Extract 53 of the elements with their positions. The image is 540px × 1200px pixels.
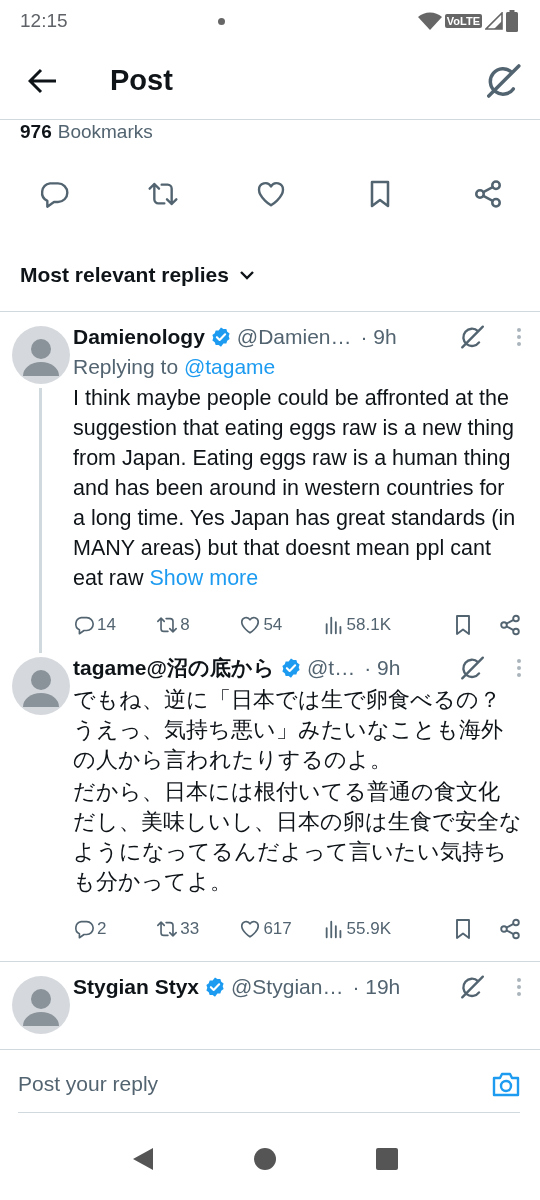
view-count: 58.1K [346,615,391,635]
network-label: VoLTE [444,14,482,28]
post-time: · 19h [352,975,401,999]
repost-icon[interactable] [156,614,179,636]
slashed-circle-icon[interactable] [484,61,522,100]
heart-icon[interactable] [239,918,262,940]
author-name[interactable]: Stygian Styx [73,975,200,999]
like-count: 54 [263,615,283,635]
like-count: 617 [263,919,292,939]
bookmarks-count: 976 [20,121,52,143]
battery-icon [506,10,518,32]
post-time: · 9h [364,656,401,680]
reply-count: 2 [97,919,107,939]
heart-icon[interactable] [239,614,262,636]
repost-icon[interactable] [156,918,179,940]
reply-text: I think maybe people could be affronted at the suggestion that eating eggs raw is a new thing from Japan. Eating eggs raw is a human thing and has been around in western countries for a long time. Yes Japan has great standards (in MANY areas) but that doesnt mean ppl cant eat raw Show more [73,385,517,592]
reply-icon[interactable] [73,614,95,636]
status-time: 12:15 [20,10,68,32]
reply-text: だから、日本には根付いてる普通の食文化だし、美味しいし、日本の卵は生食で安全なようになってるんだよって言いたい気持ちも分かってよ。 [73,778,522,896]
share-icon[interactable] [497,917,522,941]
chevron-down-icon [238,270,255,280]
sort-dropdown[interactable]: Most relevant replies [0,255,275,295]
author-handle[interactable]: @t… [307,656,356,680]
avatar[interactable] [11,657,70,715]
replying-to-text: Replying to @tagame [73,354,277,380]
slashed-circle-icon[interactable] [459,324,485,350]
reply-input-field[interactable]: Post your reply [18,1071,484,1096]
view-count: 55.9K [346,919,391,939]
author-handle[interactable]: @Stygian… [231,975,344,999]
bookmarks-label: Bookmarks [57,121,153,143]
slashed-circle-icon[interactable] [459,974,485,1000]
home-circle-icon[interactable] [254,1148,276,1170]
post-time: · 9h [360,325,397,349]
wifi-icon [417,12,442,30]
avatar[interactable] [11,976,70,1034]
share-icon[interactable] [472,178,504,210]
reply-icon[interactable] [73,918,95,940]
page-title: Post [110,64,174,97]
author-handle[interactable]: @Damien… [236,325,352,349]
back-arrow-icon [28,67,58,94]
reply-text: でもね、逆に「日本では生で卵食べるの？うえっ、気持ち悪い」みたいなことも海外の人から言われたりするのよ。 [73,686,504,774]
notification-dot-icon [217,17,225,25]
repost-count: 33 [180,919,200,939]
author-name[interactable]: tagame@沼の底から [73,654,275,682]
slashed-circle-icon[interactable] [459,655,485,681]
avatar[interactable] [11,326,70,384]
signal-icon [485,12,503,30]
share-icon[interactable] [497,613,522,637]
back-triangle-icon[interactable] [132,1147,154,1171]
camera-icon[interactable] [492,1070,520,1097]
reply-count: 14 [97,615,116,635]
repost-count: 8 [180,615,190,635]
author-name[interactable]: Damienology [73,325,205,349]
